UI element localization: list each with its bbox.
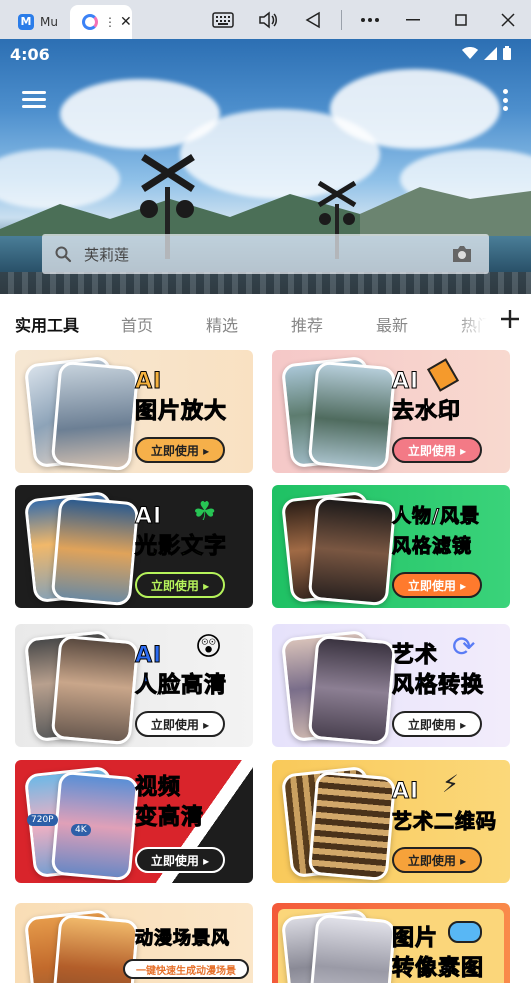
use-now-button[interactable]: 立即使用 ▸ (135, 711, 225, 737)
tool-card-anime-scene[interactable]: 动漫场景风 一键快速生成动漫场景 (15, 903, 253, 983)
tab-home[interactable]: 首页 (121, 312, 153, 336)
tool-card-image-upscale[interactable]: AI 图片放大 立即使用 ▸ (15, 350, 253, 473)
tool-card-watermark-removal[interactable]: AI 去水印 立即使用 ▸ (272, 350, 510, 473)
card-subtitle: 光影文字 (134, 534, 228, 560)
resolution-badge-low: 720P (27, 814, 58, 826)
card-title: 艺术 (391, 643, 439, 669)
face-emoji-icon: 😲 (195, 632, 223, 662)
category-tab-bar: 实用工具 首页 精选 推荐 最新 热门 (0, 304, 531, 340)
pixel-cloud-icon (448, 921, 482, 943)
browser-tab-active[interactable]: ⋮ ✕ (70, 5, 132, 39)
keyboard-icon[interactable] (203, 0, 243, 39)
status-bar: 4:06 (0, 39, 531, 69)
card-subtitle: 图片放大 (134, 399, 228, 425)
card-title: 图片 (391, 926, 439, 952)
minimize-icon[interactable] (393, 0, 433, 39)
use-now-button[interactable]: 立即使用 ▸ (392, 711, 482, 737)
app-logo-icon (82, 14, 98, 30)
volume-icon[interactable] (248, 0, 288, 39)
search-icon (55, 246, 72, 263)
maximize-icon[interactable] (441, 0, 481, 39)
tab-recommended[interactable]: 推荐 (291, 312, 323, 336)
card-subtitle: 风格滤镜 (391, 535, 473, 558)
use-now-button[interactable]: 立即使用 ▸ (135, 572, 225, 598)
use-now-button[interactable]: 立即使用 ▸ (392, 437, 482, 463)
tool-card-face-enhance[interactable]: AI 人脸高清 😲 立即使用 ▸ (15, 624, 253, 747)
signal-icon (484, 46, 497, 60)
wifi-icon (462, 46, 478, 59)
card-title: AI (134, 643, 163, 669)
emulator-title-bar: M Mu ⋮ ✕ (0, 0, 531, 39)
use-now-button[interactable]: 立即使用 ▸ (392, 572, 482, 598)
card-title: AI (134, 369, 163, 395)
tool-card-light-text[interactable]: AI 光影文字 ☘ 立即使用 ▸ (15, 485, 253, 608)
phone-screen: 4:06 芙莉莲 实用工具 首页 精选 推荐 最新 热门 AI 图片放大 (0, 39, 531, 983)
eraser-icon (426, 358, 460, 392)
use-now-button[interactable]: 立即使用 ▸ (135, 437, 225, 463)
card-subtitle: 变高清 (134, 805, 205, 831)
more-vertical-icon[interactable] (503, 89, 509, 111)
tool-card-style-transfer[interactable]: 艺术 风格转换 ⟳ 立即使用 ▸ (272, 624, 510, 747)
back-icon[interactable] (293, 0, 333, 39)
use-now-button[interactable]: 立即使用 ▸ (135, 847, 225, 873)
lightning-icon: ⚡ (442, 770, 459, 798)
clover-icon: ☘ (193, 497, 217, 527)
card-title: AI (134, 504, 163, 530)
browser-tab-mu[interactable]: M Mu (6, 5, 68, 39)
refresh-icon: ⟳ (452, 630, 476, 663)
tab-label: ⋮ (104, 15, 116, 29)
tool-card-art-qrcode[interactable]: AI 艺术二维码 ⚡ 立即使用 ▸ (272, 760, 510, 883)
toolbar-divider (341, 10, 342, 30)
tab-tools[interactable]: 实用工具 (15, 312, 79, 336)
card-title: AI (391, 369, 420, 395)
card-title: 动漫场景风 (135, 928, 230, 950)
resolution-badge-high: 4K (71, 824, 91, 836)
more-options-icon[interactable] (350, 0, 390, 39)
card-subtitle: 去水印 (391, 399, 462, 425)
close-window-icon[interactable] (488, 0, 528, 39)
tool-card-style-filter[interactable]: 人物/风景 风格滤镜 立即使用 ▸ (272, 485, 510, 608)
close-tab-icon[interactable]: ✕ (120, 14, 132, 30)
card-title: 人物/风景 (392, 505, 480, 528)
camera-icon[interactable] (451, 244, 473, 264)
card-subtitle: 风格转换 (391, 673, 485, 699)
hero-banner: 4:06 芙莉莲 (0, 39, 531, 294)
menu-icon[interactable] (22, 91, 46, 111)
feature-banner: 一键快速生成动漫场景 (123, 959, 249, 979)
card-title: 视频 (134, 775, 182, 801)
search-bar[interactable]: 芙莉莲 (42, 234, 489, 274)
card-subtitle: 转像素图 (391, 956, 485, 982)
tool-card-pixel-art[interactable]: 图片 转像素图 (272, 903, 510, 983)
tool-card-video-enhance[interactable]: 720P 4K 视频 变高清 立即使用 ▸ (15, 760, 253, 883)
use-now-button[interactable]: 立即使用 ▸ (392, 847, 482, 873)
card-subtitle: 人脸高清 (134, 673, 228, 699)
tab-featured[interactable]: 精选 (206, 312, 238, 336)
search-placeholder: 芙莉莲 (84, 245, 130, 264)
battery-icon (503, 46, 511, 60)
tab-latest[interactable]: 最新 (376, 312, 408, 336)
app-logo-icon: M (18, 14, 34, 30)
tab-label: Mu (40, 15, 58, 29)
card-subtitle: 艺术二维码 (392, 809, 497, 834)
card-title: AI (391, 779, 420, 805)
add-tab-icon[interactable] (497, 306, 523, 332)
status-time: 4:06 (10, 45, 50, 64)
